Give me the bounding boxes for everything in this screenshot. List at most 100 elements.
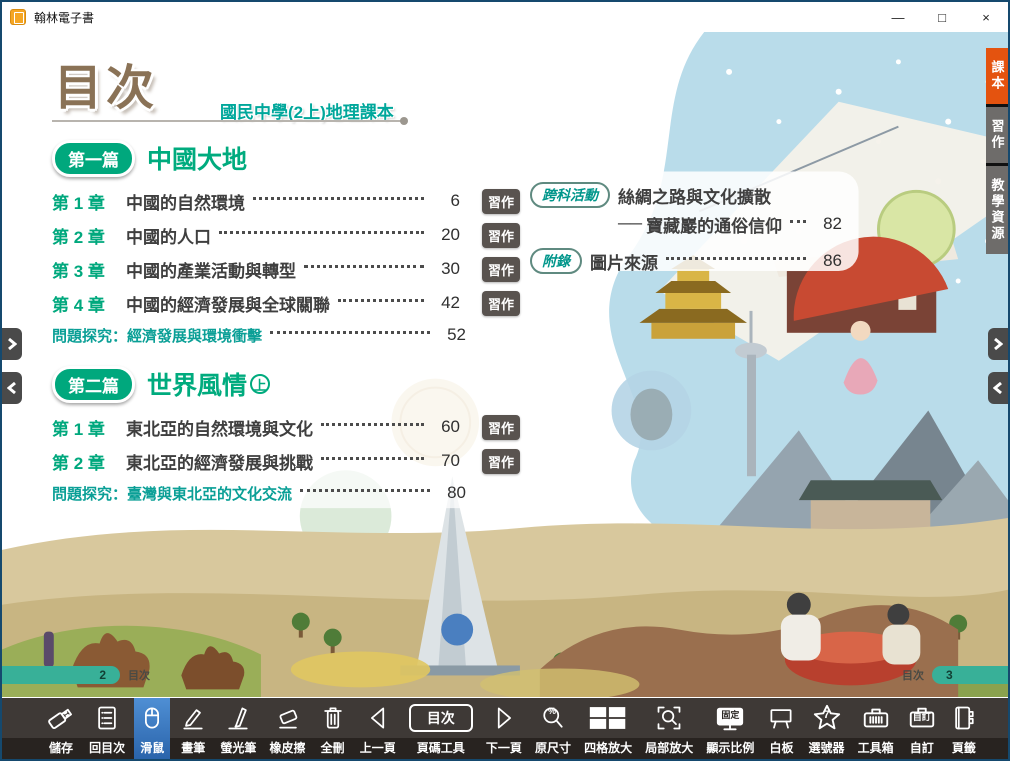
right-panel-prev-arrow[interactable] — [988, 372, 1008, 404]
save-button[interactable]: 儲存 — [42, 698, 80, 759]
explore-label: 問題探究：經濟發展與環境衝擊 — [52, 325, 262, 346]
toolbox-button[interactable]: 工具箱 — [854, 698, 898, 759]
section-2-header: 第二篇 世界風情上 — [52, 366, 520, 402]
dotted-leader — [790, 220, 806, 223]
heading-divider — [52, 120, 404, 122]
workbook-button[interactable]: 習作 — [482, 415, 520, 440]
chapter-title: 中國的產業活動與轉型 — [126, 257, 296, 282]
toc-entry[interactable]: 第 3 章 中國的產業活動與轉型 30 習作 — [52, 252, 520, 286]
workbook-button[interactable]: 習作 — [482, 449, 520, 474]
triangle-right-icon — [490, 698, 518, 738]
toc-list-icon — [93, 698, 121, 738]
toc-entry[interactable]: 第 1 章 東北亞的自然環境與文化 60 習作 — [52, 410, 520, 444]
extra-title: 圖片來源 — [590, 249, 658, 274]
eraser-tool-button[interactable]: 橡皮擦 — [266, 698, 310, 759]
app-window: 翰林電子書 — □ × — [0, 0, 1010, 761]
trash-icon — [319, 698, 347, 738]
dotted-leader — [338, 299, 424, 302]
star-icon: 7 — [812, 698, 842, 738]
toc-entry[interactable]: 第 2 章 東北亞的經濟發展與挑戰 70 習作 — [52, 444, 520, 478]
whiteboard-icon — [767, 698, 795, 738]
close-button[interactable]: × — [964, 2, 1008, 32]
left-panel-next-arrow[interactable] — [2, 328, 22, 360]
highlighter-tool-button[interactable]: 螢光筆 — [216, 698, 260, 759]
right-page-indicator: 目次 3 — [894, 666, 1008, 684]
chapter-title: 中國的人口 — [126, 223, 211, 248]
toc-jump-button[interactable]: 目次 — [409, 704, 473, 732]
pen-tool-button[interactable]: 畫筆 — [175, 698, 211, 759]
explore-page: 80 — [434, 483, 466, 503]
toc-entry[interactable]: 第 2 章 中國的人口 20 習作 — [52, 218, 520, 252]
dotted-leader — [300, 489, 430, 492]
toc-list: 第一篇 中國大地 第 1 章 中國的自然環境 6 習作 第 2 章 中國的人口 … — [52, 140, 520, 508]
dotted-leader — [270, 331, 430, 334]
highlighter-icon — [224, 698, 252, 738]
previous-page-button[interactable]: 上一頁 — [356, 698, 400, 759]
next-page-button[interactable]: 下一頁 — [482, 698, 526, 759]
workbook-button[interactable]: 習作 — [482, 189, 520, 214]
custom-button[interactable]: 自訂 自訂 — [903, 698, 941, 759]
left-panel-prev-arrow[interactable] — [2, 372, 22, 404]
number-picker-button[interactable]: 7 選號器 — [805, 698, 849, 759]
extra-page: 86 — [810, 251, 842, 271]
back-to-toc-button[interactable]: 回目次 — [85, 698, 129, 759]
mouse-icon — [138, 698, 166, 738]
dotted-leader — [219, 231, 424, 234]
tab-teaching-resources[interactable]: 教學資源 — [986, 166, 1008, 254]
circled-shang-mark: 上 — [250, 374, 270, 394]
triangle-left-icon — [364, 698, 392, 738]
chapter-title: 中國的經濟發展與全球關聯 — [126, 291, 330, 316]
page-canvas: 目次 國民中學(2上)地理課本 第一篇 中國大地 第 1 章 中國的自然環境 6… — [2, 32, 1008, 698]
section-badge: 第二篇 — [52, 366, 135, 403]
quad-zoom-button[interactable]: 四格放大 — [580, 698, 636, 759]
display-ratio-button[interactable]: 固定 顯示比例 — [702, 698, 758, 759]
chevron-right-icon — [7, 337, 17, 351]
usb-drive-icon — [46, 698, 76, 738]
appendix-badge: 附錄 — [530, 248, 582, 274]
partial-zoom-button[interactable]: 局部放大 — [641, 698, 697, 759]
chapter-number: 第 1 章 — [52, 189, 126, 214]
appendix-entry[interactable]: 附錄 圖片來源 86 — [530, 248, 842, 274]
page-number-pill: 3 — [932, 666, 1008, 684]
bookmark-page-icon — [950, 698, 978, 738]
chapter-page: 6 — [428, 191, 460, 211]
explore-label: 問題探究：臺灣與東北亞的文化交流 — [52, 483, 292, 504]
dash-mark: ── — [618, 214, 642, 234]
whiteboard-button[interactable]: 白板 — [763, 698, 799, 759]
dotted-leader — [304, 265, 424, 268]
toc-entry-explore[interactable]: 問題探究：經濟發展與環境衝擊 52 — [52, 320, 520, 350]
title-bar: 翰林電子書 — □ × — [2, 2, 1008, 32]
page-tool-button[interactable]: 目次 頁碼工具 — [405, 698, 477, 759]
delete-all-button[interactable]: 全刪 — [315, 698, 351, 759]
cross-activity-entry[interactable]: 跨科活動 絲綢之路與文化擴散 ── 寶藏巖的通俗信仰 82 — [530, 182, 842, 236]
section-1-header: 第一篇 中國大地 — [52, 140, 520, 176]
app-book-icon — [10, 9, 26, 25]
workbook-button[interactable]: 習作 — [482, 223, 520, 248]
workbook-button[interactable]: 習作 — [482, 291, 520, 316]
page-number-pill: 2 — [2, 666, 120, 684]
chevron-left-icon — [993, 381, 1003, 395]
page-tabs-button[interactable]: 頁籤 — [946, 698, 982, 759]
toc-entry[interactable]: 第 1 章 中國的自然環境 6 習作 — [52, 184, 520, 218]
chevron-left-icon — [7, 381, 17, 395]
resource-tabs: 課本 習作 教學資源 — [986, 48, 1008, 254]
chevron-right-icon — [993, 337, 1003, 351]
toc-entry-explore[interactable]: 問題探究：臺灣與東北亞的文化交流 80 — [52, 478, 520, 508]
tab-workbook[interactable]: 習作 — [986, 107, 1008, 163]
original-size-button[interactable]: % 原尺寸 — [531, 698, 575, 759]
chapter-page: 42 — [428, 293, 460, 313]
page-section-label: 目次 — [902, 667, 924, 683]
toc-entry[interactable]: 第 4 章 中國的經濟發展與全球關聯 42 習作 — [52, 286, 520, 320]
minimize-button[interactable]: — — [876, 2, 920, 32]
maximize-button[interactable]: □ — [920, 2, 964, 32]
tab-textbook[interactable]: 課本 — [986, 48, 1008, 104]
page-section-label: 目次 — [128, 667, 150, 683]
workbook-button[interactable]: 習作 — [482, 257, 520, 282]
chapter-number: 第 4 章 — [52, 291, 126, 316]
right-panel-next-arrow[interactable] — [988, 328, 1008, 360]
mouse-tool-button[interactable]: 滑鼠 — [134, 698, 170, 759]
monitor-icon: 固定 — [714, 698, 746, 738]
zoom-area-icon — [655, 698, 683, 738]
toolbox-icon — [861, 698, 891, 738]
chapter-page: 60 — [428, 417, 460, 437]
